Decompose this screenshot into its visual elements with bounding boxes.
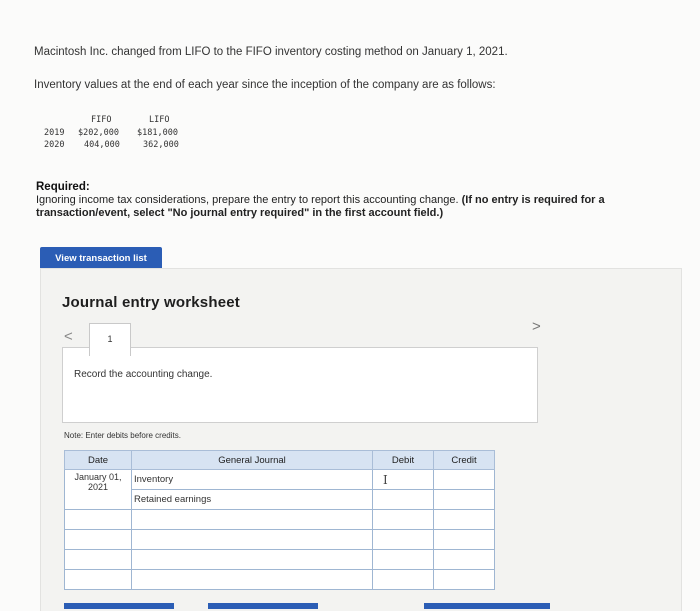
table-row: January 01, 2021 Inventory I [64,469,495,510]
intro-text-1: Macintosh Inc. changed from LIFO to the … [34,46,508,58]
journal-entry-table: Date General Journal Debit Credit Januar… [64,450,495,590]
account-select[interactable]: Retained earnings [131,489,373,510]
account-select[interactable] [131,529,373,550]
account-select[interactable] [131,569,373,590]
debit-input[interactable] [372,549,434,570]
column-header-date: Date [64,450,132,470]
worksheet-title: Journal entry worksheet [62,294,240,311]
credit-input[interactable] [433,489,495,510]
date-select[interactable] [64,569,132,590]
record-entry-button[interactable] [64,603,174,609]
inventory-header-lifo: LIFO [149,115,170,125]
table-row [64,509,495,530]
date-select[interactable]: January 01, 2021 [64,469,132,510]
inventory-year: 2019 [44,128,65,138]
credit-input[interactable] [433,509,495,530]
table-row [64,549,495,570]
table-row [64,569,495,590]
next-entry-arrow-icon[interactable]: > [532,318,541,335]
table-row [64,529,495,550]
date-select[interactable] [64,549,132,570]
inventory-lifo-value: $181,000 [137,128,178,138]
debit-input[interactable] [372,489,434,510]
entry-instruction: Record the accounting change. [74,369,213,380]
inventory-lifo-value: 362,000 [143,140,179,150]
account-select[interactable] [131,509,373,530]
intro-text-2: Inventory values at the end of each year… [34,79,496,91]
credit-input[interactable] [433,469,495,490]
credit-input[interactable] [433,529,495,550]
column-header-debit: Debit [372,450,434,470]
required-instruction: Ignoring income tax considerations, prep… [36,194,459,206]
debit-input[interactable] [372,569,434,590]
account-select[interactable] [131,549,373,570]
column-header-credit: Credit [433,450,495,470]
date-select[interactable] [64,529,132,550]
entry-instruction-box [62,347,538,423]
view-transaction-list-button[interactable]: View transaction list [40,247,162,270]
inventory-fifo-value: $202,000 [78,128,119,138]
date-select[interactable] [64,509,132,530]
debit-input[interactable] [372,529,434,550]
account-select[interactable]: Inventory [131,469,373,490]
credit-input[interactable] [433,549,495,570]
debit-input[interactable] [372,509,434,530]
debits-note: Note: Enter debits before credits. [64,431,181,440]
debit-input[interactable]: I [372,469,434,490]
entry-tab-1[interactable]: 1 [89,323,131,356]
inventory-header-fifo: FIFO [91,115,112,125]
clear-entry-button[interactable] [208,603,318,609]
inventory-fifo-value: 404,000 [84,140,120,150]
credit-input[interactable] [433,569,495,590]
view-general-journal-button[interactable] [424,603,550,609]
prev-entry-arrow-icon[interactable]: < [64,328,73,345]
column-header-general-journal: General Journal [131,450,373,470]
required-heading: Required: [36,181,90,193]
inventory-year: 2020 [44,140,65,150]
required-text: Ignoring income tax considerations, prep… [36,194,686,220]
text-cursor-icon: I [383,472,388,487]
